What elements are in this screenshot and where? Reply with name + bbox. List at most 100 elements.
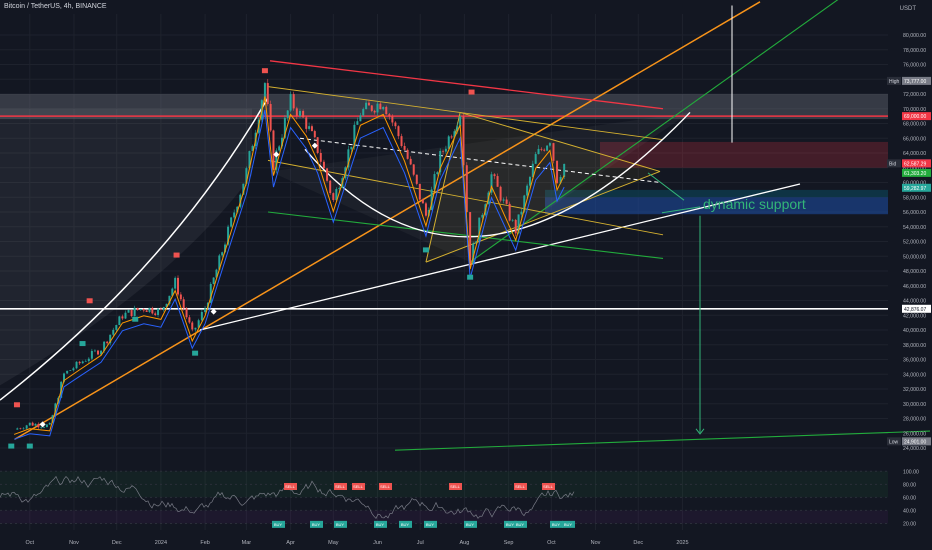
- candle-body: [459, 116, 462, 127]
- y-tick-label: 28,000.00: [903, 417, 926, 423]
- sell-marker: [13, 402, 20, 408]
- y-tick-label: 34,000.00: [903, 372, 926, 378]
- candle-body: [159, 308, 162, 310]
- candle-body: [373, 110, 376, 113]
- candle-body: [502, 199, 505, 201]
- candle-body: [90, 350, 93, 359]
- x-tick-label: Mar: [242, 540, 252, 546]
- candle-body: [362, 109, 365, 116]
- candle-body: [34, 423, 37, 426]
- indicator-lower-band: [0, 510, 888, 524]
- price-axis: 80,000.0078,000.0076,000.0074,000.0072,0…: [887, 33, 931, 452]
- candle-body: [233, 212, 236, 218]
- y-tick-label: 54,000.00: [903, 225, 926, 231]
- price-zones: [0, 94, 888, 386]
- candle-body: [272, 130, 275, 170]
- candle-body: [406, 149, 409, 159]
- candle-body: [447, 136, 450, 149]
- candle-body: [332, 193, 335, 201]
- candle-body: [185, 308, 188, 318]
- y-tick-label: 46,000.00: [903, 284, 926, 290]
- candle-body: [310, 126, 313, 132]
- candle-body: [388, 114, 391, 117]
- candle-body: [493, 174, 496, 177]
- symbol-title[interactable]: Bitcoin / TetherUS, 4h, BINANCE: [4, 3, 107, 10]
- candle-body: [382, 106, 385, 110]
- y-tick-label: 44,000.00: [903, 299, 926, 305]
- candle-body: [367, 102, 370, 106]
- candle-body: [298, 110, 301, 117]
- candle-body: [269, 104, 272, 131]
- candle-body: [415, 174, 418, 184]
- trading-chart[interactable]: 100.00 80.00 60.00 40.00 20.00 SELL SELL SELL SE…: [0, 0, 932, 550]
- candle-body: [148, 307, 151, 312]
- candle-body: [118, 316, 121, 326]
- candle-body: [66, 370, 69, 374]
- indicator-tick-label: 60.00: [903, 495, 916, 501]
- candle-body: [403, 146, 406, 150]
- candle-body: [514, 219, 517, 234]
- y-tick-label: 78,000.00: [903, 48, 926, 54]
- candle-body: [177, 277, 179, 295]
- candle-body: [127, 310, 130, 313]
- price-tag-value: 42,876.07: [904, 307, 926, 313]
- green-long-support: [394, 430, 931, 451]
- candle-body: [379, 103, 382, 110]
- candle-body: [106, 341, 109, 344]
- candle-body: [115, 325, 118, 330]
- indicator-sell-text: SELL: [335, 484, 346, 489]
- indicator-buy-text: BUY: [312, 522, 321, 527]
- candle-body: [37, 423, 40, 428]
- x-tick-label: Jun: [373, 540, 382, 546]
- sell-marker: [86, 298, 93, 304]
- indicator-sell-text: SELL: [450, 484, 461, 489]
- candle-body: [162, 307, 165, 310]
- candle-body: [93, 350, 96, 352]
- x-tick-label: Dec: [112, 540, 122, 546]
- indicator-buy-text: BUY: [466, 522, 475, 527]
- candle-body: [230, 217, 233, 227]
- candle-body: [528, 176, 531, 186]
- candle-body: [350, 146, 353, 150]
- y-tick-label: 52,000.00: [903, 240, 926, 246]
- candle-body: [139, 309, 142, 311]
- y-tick-label: 64,000.00: [903, 151, 926, 157]
- y-tick-label: 70,000.00: [903, 107, 926, 113]
- price-tag-value: 73,777.00: [904, 79, 926, 85]
- candle-body: [508, 203, 511, 221]
- indicator-tick-label: 80.00: [903, 482, 916, 488]
- indicator-buy-text: BUY: [336, 522, 345, 527]
- y-tick-label: 48,000.00: [903, 269, 926, 275]
- y-tick-label: 56,000.00: [903, 210, 926, 216]
- candle-body: [212, 277, 215, 284]
- candle-body: [174, 277, 177, 289]
- candle-body: [16, 428, 19, 430]
- indicator-pane: 100.00 80.00 60.00 40.00 20.00 SELL SELL SELL SE…: [0, 469, 919, 528]
- y-tick-label: 40,000.00: [903, 328, 926, 334]
- price-tag-label: Bid: [889, 161, 896, 167]
- candle-body: [142, 309, 145, 311]
- indicator-sell-text: SELL: [353, 484, 364, 489]
- candle-body: [385, 106, 388, 115]
- candle-body: [356, 121, 359, 125]
- candle-body: [400, 136, 403, 147]
- y-tick-label: 38,000.00: [903, 343, 926, 349]
- buy-marker: [26, 443, 33, 449]
- x-tick-label: May: [328, 540, 339, 546]
- candle-body: [537, 148, 540, 155]
- candle-body: [534, 154, 537, 164]
- candle-body: [526, 185, 529, 196]
- y-tick-label: 76,000.00: [903, 63, 926, 69]
- candle-body: [28, 422, 31, 426]
- indicator-upper-band: [0, 471, 888, 498]
- candle-body: [292, 94, 295, 109]
- dynamic-support-annotation: dynamic support: [703, 196, 806, 212]
- candle-body: [409, 158, 412, 165]
- y-tick-label: 26,000.00: [903, 431, 926, 437]
- sell-marker: [468, 89, 475, 95]
- indicator-sell-text: SELL: [285, 484, 296, 489]
- candle-body: [112, 329, 115, 335]
- candle-body: [394, 122, 397, 127]
- candle-body: [499, 186, 502, 201]
- time-axis: Oct Nov Dec 2024 Feb Mar Apr May Jun Jul Aug Sep Oct…: [26, 540, 689, 546]
